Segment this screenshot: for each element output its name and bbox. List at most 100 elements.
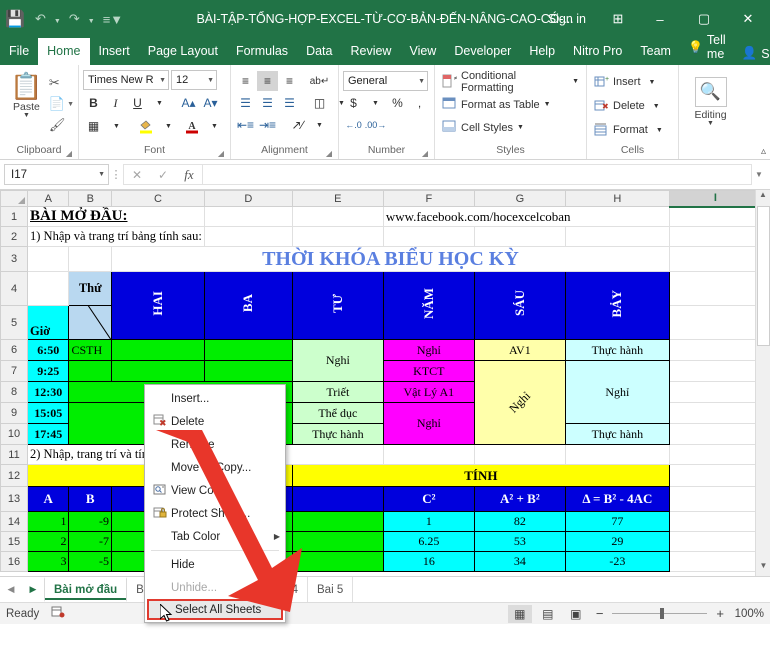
context-menu-item-hide[interactable]: Hide (145, 553, 285, 576)
row-header-5[interactable]: 5 (1, 306, 28, 340)
ribbon-display-options-icon[interactable]: ⊞ (598, 11, 638, 27)
cell-a16[interactable]: 3 (28, 552, 69, 572)
close-button[interactable]: ✕ (726, 0, 770, 38)
tab-help[interactable]: Help (520, 38, 564, 65)
cell-e2[interactable] (292, 227, 383, 247)
conditional-formatting-chevron-down-icon[interactable]: ▼ (572, 78, 579, 85)
zoom-out-button[interactable]: − (592, 606, 604, 621)
fill-color-icon[interactable] (135, 116, 156, 136)
comma-style-button[interactable]: , (409, 93, 430, 113)
cell-f8-vatly[interactable]: Vật Lý A1 (383, 382, 474, 403)
cell-i2[interactable] (669, 227, 761, 247)
format-cells-button[interactable]: Format ▼ (591, 119, 666, 141)
underline-button[interactable]: U (127, 93, 148, 113)
font-size-chevron-down-icon[interactable]: ▼ (203, 77, 214, 84)
cell-i9[interactable] (669, 403, 761, 424)
next-sheet-arrow-icon[interactable]: ▶ (22, 584, 44, 595)
collapse-ribbon-chevron-icon[interactable]: ▵ (761, 146, 766, 157)
zoom-in-button[interactable]: + (716, 606, 724, 621)
cell-b4-thu[interactable]: Thứ (69, 272, 112, 306)
increase-indent-icon[interactable]: ⇥≡ (257, 115, 278, 135)
paste-button[interactable]: 📋 Paste ▼ (4, 70, 49, 119)
cell-h10-thuchanh[interactable]: Thực hành (565, 424, 669, 445)
cell-f16[interactable]: 16 (383, 552, 474, 572)
alignment-dialog-launcher[interactable]: ◢ (326, 149, 332, 158)
context-menu-item-delete[interactable]: ✖ Delete (145, 410, 285, 433)
insert-cells-button[interactable]: + Insert ▼ (591, 71, 658, 93)
cell-i14[interactable] (669, 512, 761, 532)
cell-h7-nghi[interactable]: Nghỉ (565, 361, 669, 424)
name-box-chevron-down-icon[interactable]: ▼ (98, 171, 105, 178)
cell-b13-header-b[interactable]: B (69, 487, 112, 512)
wrap-text-icon[interactable]: ab↵ (309, 71, 330, 91)
cell-c6[interactable] (112, 340, 205, 361)
middle-align-icon[interactable]: ≡ (257, 71, 278, 91)
row-header-11[interactable]: 11 (1, 445, 28, 465)
editing-chevron-down-icon[interactable]: ▼ (707, 121, 714, 127)
redo-arrow-icon[interactable]: ↷ (66, 10, 83, 28)
sign-in-button[interactable]: Sign in (536, 12, 598, 26)
cell-i7[interactable] (669, 361, 761, 382)
tab-page-layout[interactable]: Page Layout (139, 38, 227, 65)
cell-f2[interactable] (383, 227, 474, 247)
insert-chevron-down-icon[interactable]: ▼ (649, 79, 656, 86)
row-header-14[interactable]: 14 (1, 512, 28, 532)
cell-g11[interactable] (474, 445, 565, 465)
merge-and-center-icon[interactable]: ◫ (309, 93, 330, 113)
context-menu-item-protect-sheet[interactable]: Protect Sheet... (145, 502, 285, 525)
delete-cells-button[interactable]: ✖ Delete ▼ (591, 95, 663, 117)
orientation-icon[interactable]: ↗∕ (287, 115, 308, 135)
row-header-1[interactable]: 1 (1, 207, 28, 227)
cell-f4-day-nam[interactable]: NĂM (383, 272, 474, 340)
font-color-icon[interactable]: A (181, 116, 202, 136)
align-left-icon[interactable]: ☰ (235, 93, 256, 113)
cell-g13-header-a2b2[interactable]: A² + B² (474, 487, 565, 512)
minimize-button[interactable]: – (638, 0, 682, 38)
cell-f9-nghi[interactable]: Nghỉ (383, 403, 474, 445)
fill-color-chevron-down-icon[interactable]: ▼ (158, 116, 179, 136)
font-name-chevron-down-icon[interactable]: ▼ (155, 77, 166, 84)
clipboard-dialog-launcher[interactable]: ◢ (66, 149, 72, 158)
number-dialog-launcher[interactable]: ◢ (422, 149, 428, 158)
row-header-6[interactable]: 6 (1, 340, 28, 361)
cell-d1[interactable] (204, 207, 292, 227)
cell-a8-time[interactable]: 12:30 (28, 382, 69, 403)
cell-g6-av1[interactable]: AV1 (474, 340, 565, 361)
cell-a1[interactable]: BÀI MỞ ĐẦU: (28, 207, 205, 227)
cell-i12[interactable] (669, 465, 761, 487)
cell-c4-day-hai[interactable]: HAI (112, 272, 205, 340)
cell-e12-tinh[interactable]: TÍNH (292, 465, 669, 487)
cell-g15[interactable]: 53 (474, 532, 565, 552)
cell-b6[interactable]: CSTH (69, 340, 112, 361)
cell-d2[interactable] (204, 227, 292, 247)
conditional-formatting-button[interactable]: ≠ Conditional Formatting ▼ (439, 71, 582, 92)
cell-a15[interactable]: 2 (28, 532, 69, 552)
scrollbar-thumb[interactable] (757, 206, 770, 346)
cell-i1[interactable] (669, 207, 761, 227)
tab-developer[interactable]: Developer (445, 38, 520, 65)
cell-h2[interactable] (565, 227, 669, 247)
undo-chevron-down-icon[interactable]: ▼ (51, 17, 64, 26)
cell-e9-theduc[interactable]: Thể dục (292, 403, 383, 424)
cell-i11[interactable] (669, 445, 761, 465)
cell-h11[interactable] (565, 445, 669, 465)
row-header-15[interactable]: 15 (1, 532, 28, 552)
column-header-i[interactable]: I (669, 191, 761, 207)
save-icon[interactable]: 💾 (0, 9, 30, 29)
context-menu-item-rename[interactable]: Rename (145, 433, 285, 456)
decrease-decimal-icon[interactable]: .00→ (365, 115, 386, 135)
cell-h4-day-bay[interactable]: BẢY (565, 272, 669, 340)
tab-team[interactable]: Team (631, 38, 680, 65)
currency-button[interactable]: $ (343, 93, 364, 113)
borders-chevron-down-icon[interactable]: ▼ (106, 116, 127, 136)
zoom-percentage-label[interactable]: 100% (728, 608, 764, 620)
cut-button[interactable]: ✂ (49, 74, 74, 92)
row-header-13[interactable]: 13 (1, 487, 28, 512)
align-right-icon[interactable]: ☰ (279, 93, 300, 113)
row-header-4[interactable]: 4 (1, 272, 28, 306)
cell-c7[interactable] (112, 361, 205, 382)
orientation-chevron-down-icon[interactable]: ▼ (309, 115, 330, 135)
cell-e15[interactable] (292, 532, 383, 552)
row-header-16[interactable]: 16 (1, 552, 28, 572)
grow-font-button[interactable]: A▴ (178, 93, 199, 113)
